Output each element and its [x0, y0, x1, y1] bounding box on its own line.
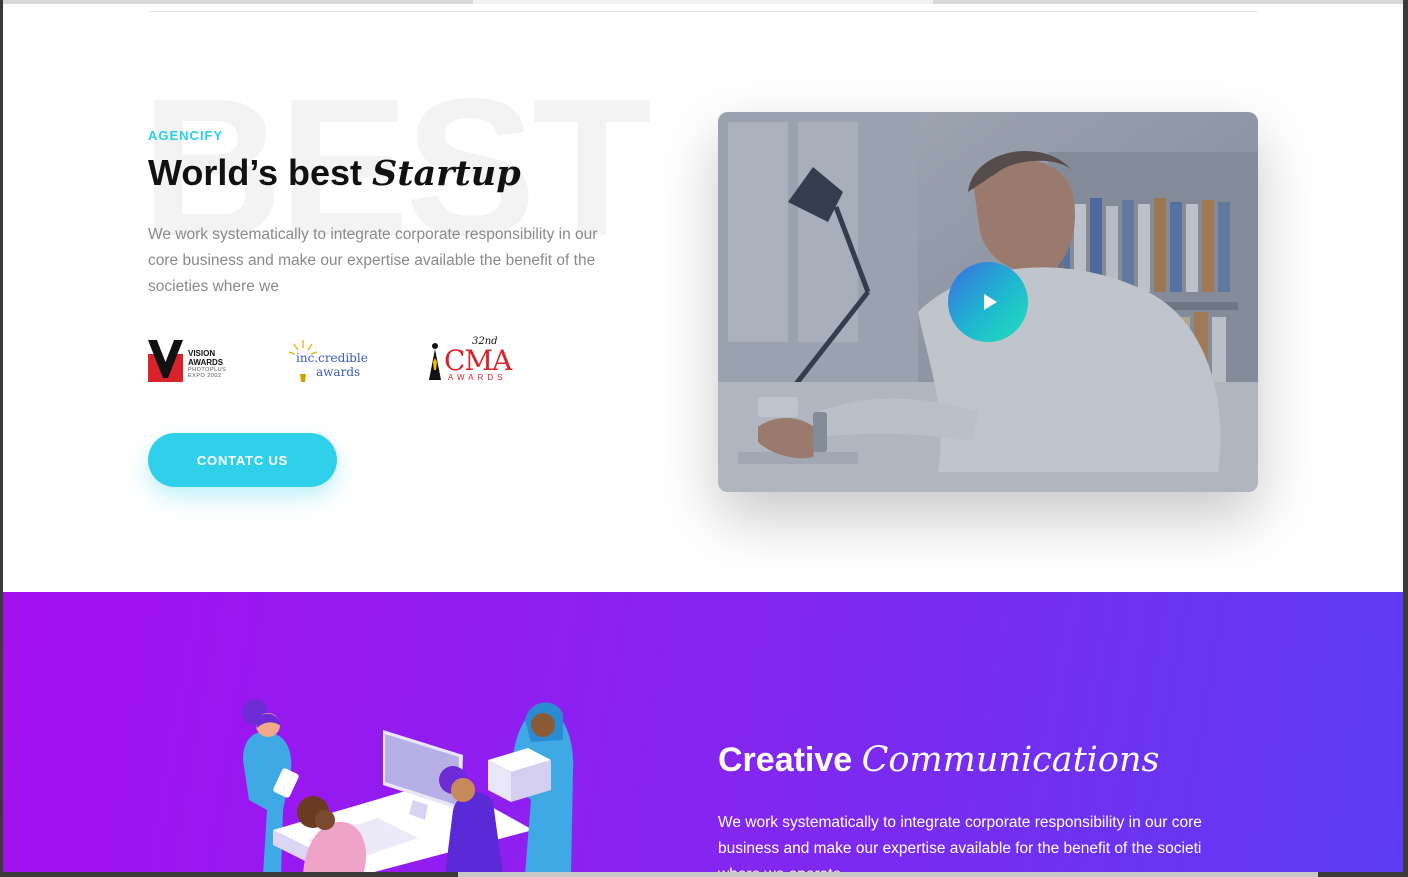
communications-description: We work systematically to integrate corp… [718, 814, 1202, 872]
hero-title-main: World’s best [148, 152, 373, 193]
vision-awards-text: VISION AWARDS [188, 349, 224, 367]
video-thumbnail[interactable] [718, 112, 1258, 492]
cma-subtext: AWARDS [448, 373, 507, 382]
incredible-awards-line1: inc.credible [296, 351, 368, 365]
top-divider [148, 11, 1258, 12]
hero-title-accent: Startup [372, 153, 521, 194]
communications-title-main: Creative [718, 741, 862, 779]
page: BEST AGENCIFY World’s best Startup We wo… [3, 0, 1403, 872]
vision-v-icon [148, 340, 183, 382]
contact-us-button[interactable]: CONTATC US [148, 433, 337, 487]
team-illustration [242, 699, 574, 872]
communications-title: Creative Communications [718, 740, 1159, 780]
hero-description: We work systematically to integrate corp… [148, 226, 598, 295]
vision-awards-subtext: PHOTOPLUS EXPO 2002 [188, 367, 227, 379]
hero-title: World’s best Startup [148, 152, 521, 194]
cma-awards-logo: 32nd CMA AWARDS [426, 336, 518, 384]
trophy-figure-icon [429, 343, 441, 380]
incredible-awards-line2: awards [316, 365, 361, 379]
top-scrollbar-thumb[interactable] [473, 0, 933, 4]
hero-eyebrow: AGENCIFY [148, 128, 224, 143]
communications-title-accent: Communications [861, 740, 1160, 780]
bottom-scrollbar-thumb[interactable] [458, 872, 1318, 877]
play-button[interactable] [948, 262, 1028, 342]
play-icon [983, 294, 997, 310]
vision-awards-logo: VISION AWARDS PHOTOPLUS EXPO 2002 [148, 338, 228, 384]
top-scrollbar[interactable] [3, 0, 1403, 4]
incredible-awards-logo: inc.credible awards [286, 338, 368, 384]
